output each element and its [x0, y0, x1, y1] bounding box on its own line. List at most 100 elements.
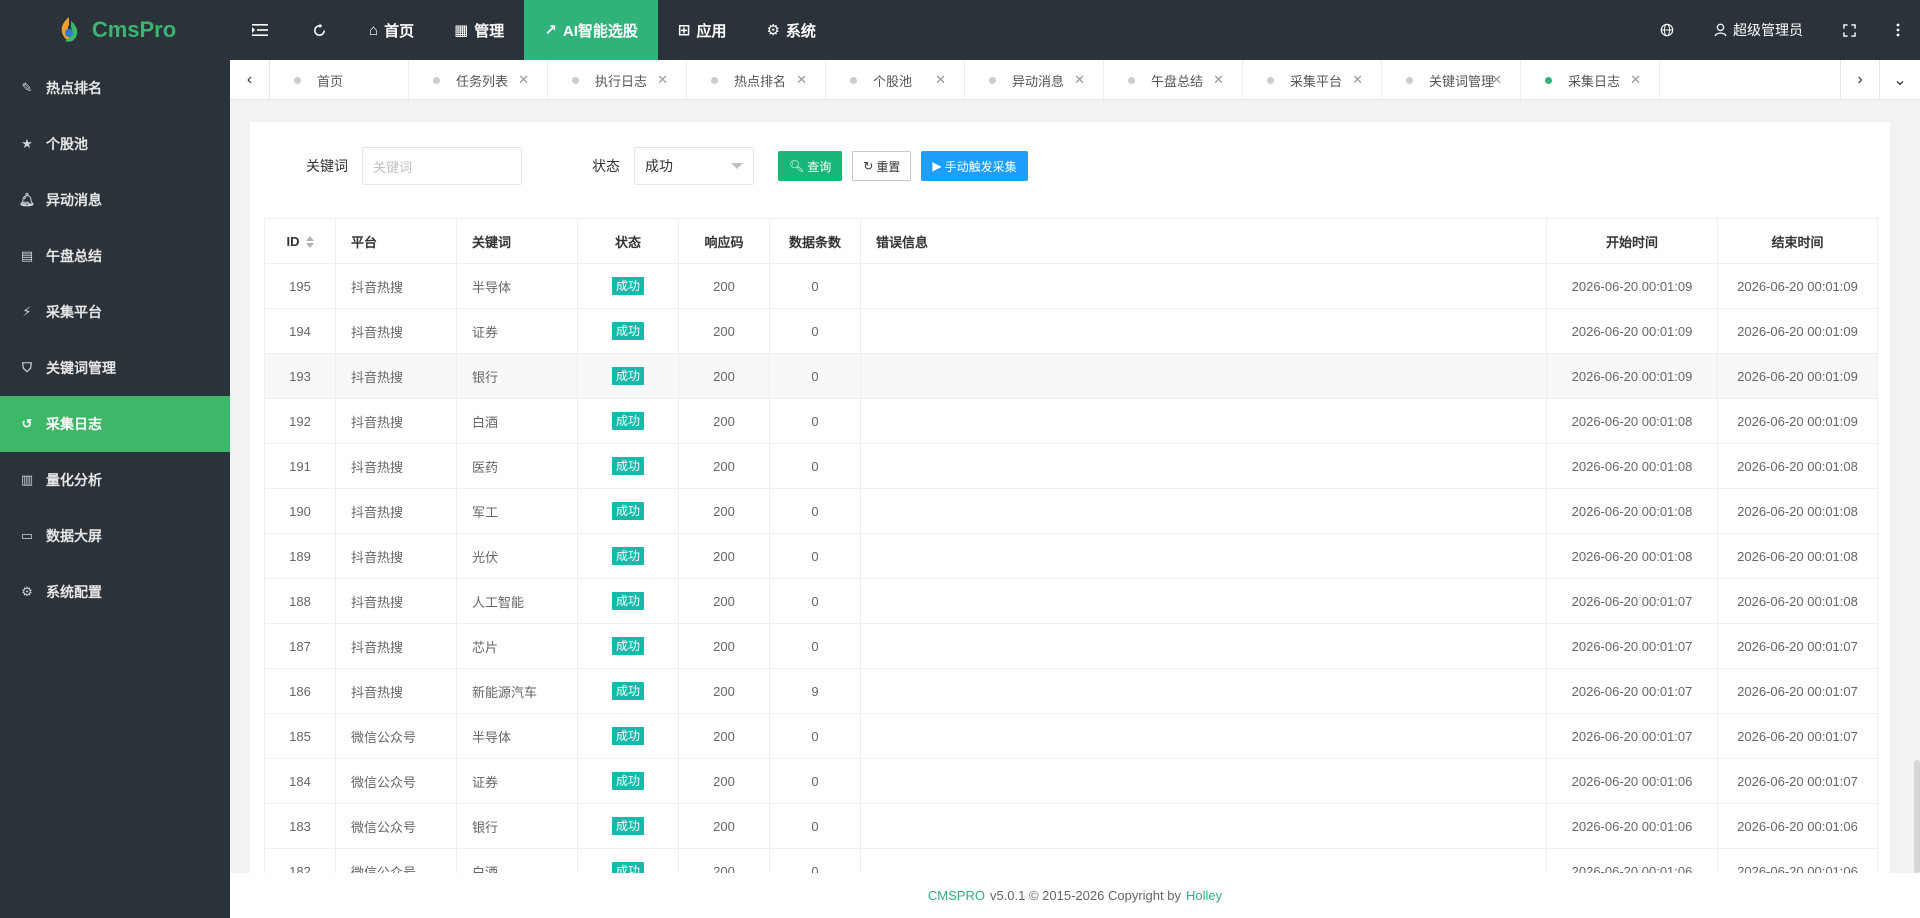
table-row[interactable]: 191 抖音热搜 医药 成功 200 0 2026-06-20 00:01:08 2026-0… [264, 443, 1878, 489]
sidebar-item-label: 量化分析 [46, 472, 102, 488]
tab-keywords[interactable]: 关键词管理 ✕ [1382, 60, 1521, 99]
table-cell: 2026-06-20 00:01:09 [1717, 398, 1878, 444]
tab-platforms[interactable]: 采集平台 ✕ [1243, 60, 1382, 99]
header-menu-system[interactable]: ⚙ 系统 [746, 0, 835, 60]
footer-brand[interactable]: CMSPRO [928, 888, 985, 903]
language-button[interactable] [1640, 0, 1694, 60]
refresh-button[interactable] [290, 0, 349, 60]
table-cell [860, 848, 1547, 873]
table-cell: 抖音热搜 [335, 578, 457, 624]
status-select[interactable]: 成功 [634, 147, 754, 185]
page-scrollbar[interactable] [1914, 760, 1920, 873]
tab-midday-summary[interactable]: 午盘总结 ✕ [1104, 60, 1243, 99]
tabs-dropdown[interactable]: ⌄ [1880, 60, 1920, 100]
close-icon[interactable]: ✕ [1491, 72, 1502, 88]
table-cell: 200 [678, 533, 770, 579]
logo[interactable]: CmsPro [0, 0, 230, 60]
close-icon[interactable]: ✕ [1352, 72, 1363, 88]
fullscreen-button[interactable] [1823, 0, 1876, 60]
table-cell: 200 [678, 488, 770, 534]
table-cell: 0 [769, 623, 861, 669]
close-icon[interactable]: ✕ [1074, 72, 1085, 88]
sidebar-item-hot-rank[interactable]: ✎ 热点排名 [0, 60, 230, 116]
table-row[interactable]: 194 抖音热搜 证券 成功 200 0 2026-06-20 00:01:09 2026-0… [264, 308, 1878, 354]
sidebar-item-collect-log[interactable]: ↺ 采集日志 [0, 396, 230, 452]
sidebar-item-midday-summary[interactable]: ▤ 午盘总结 [0, 228, 230, 284]
table-row[interactable]: 185 微信公众号 半导体 成功 200 0 2026-06-20 00:01:07 2026… [264, 713, 1878, 759]
tab-stock-pool[interactable]: 个股池 ✕ [826, 60, 965, 99]
status-label: 状态 [592, 158, 620, 174]
table-cell: 2026-06-20 00:01:08 [1717, 533, 1878, 579]
table-row[interactable]: 182 微信公众号 白酒 成功 200 0 2026-06-20 00:01:06 2026-… [264, 848, 1878, 873]
tab-hot-rank[interactable]: 热点排名 ✕ [687, 60, 826, 99]
table-row[interactable]: 186 抖音热搜 新能源汽车 成功 200 9 2026-06-20 00:01:07 202… [264, 668, 1878, 714]
header-menu-home[interactable]: ⌂ 首页 [349, 0, 434, 60]
table-cell: 2026-06-20 00:01:06 [1546, 758, 1718, 804]
table-row[interactable]: 187 抖音热搜 芯片 成功 200 0 2026-06-20 00:01:07 2026-0… [264, 623, 1878, 669]
user-menu[interactable]: 超级管理员 [1694, 0, 1823, 60]
tab-collect-log[interactable]: 采集日志 ✕ [1521, 60, 1660, 99]
trigger-collect-button[interactable]: ▶ 手动触发采集 [921, 151, 1028, 181]
table-row[interactable]: 188 抖音热搜 人工智能 成功 200 0 2026-06-20 00:01:07 2026… [264, 578, 1878, 624]
header-menu-manage[interactable]: ▦ 管理 [434, 0, 524, 60]
tab-exec-log[interactable]: 执行日志 ✕ [548, 60, 687, 99]
table-cell: 0 [769, 578, 861, 624]
sidebar-nav: ✎ 热点排名 ★ 个股池 🔔︎ 异动消息 ▤ 午盘总结 ⚡︎ 采集平台 ⛉ 关键词管理 ↺ 采… [0, 60, 230, 620]
table-row[interactable]: 195 抖音热搜 半导体 成功 200 0 2026-06-20 00:01:09 2026-… [264, 263, 1878, 309]
close-icon[interactable]: ✕ [1213, 72, 1224, 88]
table-row[interactable]: 184 微信公众号 证券 成功 200 0 2026-06-20 00:01:06 2026-… [264, 758, 1878, 804]
table-row[interactable]: 193 抖音热搜 银行 成功 200 0 2026-06-20 00:01:09 2026-0… [264, 353, 1878, 399]
sidebar-item-system-config[interactable]: ⚙ 系统配置 [0, 564, 230, 620]
table-row[interactable]: 183 微信公众号 银行 成功 200 0 2026-06-20 00:01:06 2026-… [264, 803, 1878, 849]
calendar-icon: ▦ [454, 22, 469, 39]
sidebar-item-quant[interactable]: ▥ 量化分析 [0, 452, 230, 508]
more-button[interactable] [1876, 0, 1920, 60]
sidebar-item-dashboard[interactable]: ▭ 数据大屏 [0, 508, 230, 564]
chevron-right-icon: › [1857, 71, 1863, 88]
tab-dot [1545, 76, 1552, 84]
tabs-scroll-left[interactable]: ‹ [230, 60, 270, 100]
query-button[interactable]: 🔍︎ 查询 [778, 151, 843, 181]
close-icon[interactable]: ✕ [1630, 72, 1641, 88]
table-cell: 医药 [456, 443, 578, 489]
footer: CMSPRO v5.0.1 © 2015-2026 Copyright by H… [230, 873, 1920, 918]
sidebar-item-keywords[interactable]: ⛉ 关键词管理 [0, 340, 230, 396]
collapse-menu-button[interactable] [230, 0, 290, 60]
tab-alerts[interactable]: 异动消息 ✕ [965, 60, 1104, 99]
close-icon[interactable]: ✕ [657, 72, 668, 88]
tab-label: 关键词管理 [1429, 73, 1495, 89]
table-row[interactable]: 192 抖音热搜 白酒 成功 200 0 2026-06-20 00:01:08 2026-0… [264, 398, 1878, 444]
reset-button[interactable]: ↻ 重置 [852, 151, 912, 181]
status-badge: 成功 [611, 862, 644, 873]
keyword-input[interactable]: 关键词 [362, 147, 522, 185]
tab-home[interactable]: 首页 [270, 60, 409, 99]
plug-icon: ⚡︎ [22, 304, 32, 319]
sidebar-item-stock-pool[interactable]: ★ 个股池 [0, 116, 230, 172]
sidebar-item-platforms[interactable]: ⚡︎ 采集平台 [0, 284, 230, 340]
status-badge: 成功 [611, 457, 644, 475]
sidebar-item-alerts[interactable]: 🔔︎ 异动消息 [0, 172, 230, 228]
sort-icon[interactable] [305, 236, 314, 249]
table-row[interactable]: 190 抖音热搜 军工 成功 200 0 2026-06-20 00:01:08 2026-0… [264, 488, 1878, 534]
header-menu-ai-stock[interactable]: ↗ AI智能选股 [524, 0, 658, 60]
status-cell: 成功 [577, 758, 679, 804]
table-cell: 0 [769, 308, 861, 354]
main-content: 关键词 关键词 状态 成功 🔍︎ 查询 ↻ 重置 ▶ 手动触发采集 ID 平台 关键词 [230, 100, 1920, 873]
table-cell: 186 [264, 668, 336, 714]
status-badge: 成功 [611, 817, 644, 835]
close-icon[interactable]: ✕ [935, 72, 946, 88]
close-icon[interactable]: ✕ [796, 72, 807, 88]
tab-task-list[interactable]: 任务列表 ✕ [409, 60, 548, 99]
table-cell: 半导体 [456, 263, 578, 309]
header-menu-apps[interactable]: ⊞ 应用 [658, 0, 747, 60]
close-icon[interactable]: ✕ [518, 72, 529, 88]
tabs-scroll-right[interactable]: › [1840, 60, 1880, 100]
table-cell: 200 [678, 263, 770, 309]
column-header-id[interactable]: ID [264, 218, 336, 264]
table-cell: 0 [769, 263, 861, 309]
tab-label: 采集平台 [1290, 73, 1343, 89]
table-row[interactable]: 189 抖音热搜 光伏 成功 200 0 2026-06-20 00:01:08 2026-0… [264, 533, 1878, 579]
footer-author-link[interactable]: Holley [1186, 888, 1222, 903]
tab-dot [433, 76, 440, 84]
status-cell: 成功 [577, 398, 679, 444]
